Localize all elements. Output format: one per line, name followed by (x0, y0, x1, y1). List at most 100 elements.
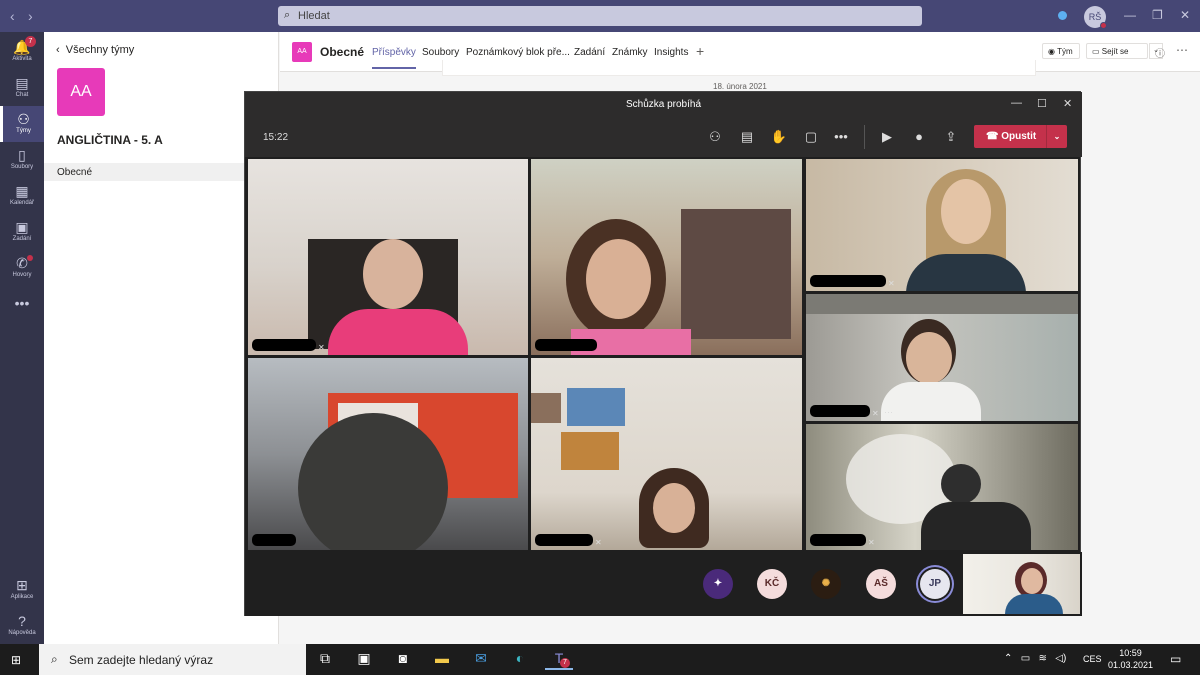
restore-icon[interactable]: ❐ (1152, 8, 1163, 22)
team-name: ANGLIČTINA - 5. A (57, 133, 163, 147)
mic-muted-icon: ✕ (872, 409, 879, 418)
more-actions-icon[interactable]: ••• (832, 129, 850, 144)
participant-avatar[interactable]: ✦ (703, 569, 733, 599)
participant-avatar[interactable]: ✺ (811, 569, 841, 599)
more-icon: ••• (14, 295, 30, 311)
edge-icon[interactable]: ◐ (506, 650, 534, 670)
close-icon[interactable]: ✕ (1180, 8, 1190, 22)
bell-icon: 🔔 (13, 39, 31, 55)
more-icon[interactable]: ⋯ (884, 407, 893, 418)
video-wardrobe (681, 209, 791, 339)
forward-arrow-icon[interactable]: › (28, 8, 33, 24)
tab-notebook[interactable]: Poznámkový blok pře... (466, 47, 570, 58)
mic-muted-icon: ✕ (318, 343, 325, 352)
person-head (298, 413, 448, 550)
add-tab-icon[interactable]: + (696, 43, 704, 59)
rail-item-files[interactable]: ▯ Soubory (0, 142, 44, 178)
person-face (906, 332, 952, 384)
clock[interactable]: 10:59 01.03.2021 (1108, 647, 1153, 671)
wall-poster (531, 393, 561, 423)
video-tile[interactable]: ✕ (806, 424, 1078, 550)
minimize-icon[interactable]: — (1011, 97, 1022, 109)
chat-icon[interactable]: ▤ (738, 129, 756, 145)
file-explorer-icon[interactable]: ▬ (428, 650, 456, 670)
video-tile[interactable] (248, 358, 528, 550)
presence-dot-icon (1058, 11, 1067, 20)
system-tray: ⌃ ▭ ≋ ◁) (1004, 653, 1066, 664)
camera-icon[interactable]: ▶ (878, 129, 896, 145)
post-card (442, 60, 1036, 76)
person-shirt (328, 309, 468, 355)
mic-muted-icon: ✕ (595, 538, 602, 547)
meeting-controls: 15:22 ⚇ ▤ ✋ ▢ ••• ▶ ● ⇪ ☎ Opustit ⌄ (245, 117, 1082, 157)
eye-icon: ◉ (1048, 47, 1058, 56)
participant-avatar[interactable]: AŠ (866, 569, 896, 599)
person-face (653, 483, 695, 533)
teams-app-icon[interactable]: T 7 (545, 650, 573, 670)
search-input[interactable]: ⌕ Hledat (278, 6, 922, 26)
video-tile[interactable]: ✕ ⋯ (806, 294, 1078, 421)
rail-more-button[interactable]: ••• (0, 290, 44, 326)
back-arrow-icon[interactable]: ‹ (10, 8, 15, 24)
date-divider: 18. února 2021 (713, 82, 767, 91)
rail-item-chat[interactable]: ▤ Chat (0, 70, 44, 106)
wifi-icon[interactable]: ≋ (1039, 653, 1047, 664)
task-view-icon[interactable]: ⧉ (311, 650, 339, 670)
language-indicator[interactable]: CES (1083, 654, 1102, 664)
rail-item-assignments[interactable]: ▣ Zadání (0, 214, 44, 250)
participants-icon[interactable]: ⚇ (706, 129, 724, 145)
tab-posts[interactable]: Příspěvky (372, 47, 416, 69)
chevron-up-icon[interactable]: ⌃ (1004, 653, 1012, 664)
video-tile[interactable]: ✕ (806, 159, 1078, 291)
video-icon: ▭ (1092, 47, 1102, 56)
rail-item-calls[interactable]: ✆ Hovory (0, 250, 44, 286)
store-icon[interactable]: ▣ (350, 650, 378, 670)
more-options-icon[interactable]: ⋯ (1176, 43, 1188, 57)
search-icon: ⌕ (284, 9, 291, 21)
user-avatar[interactable]: RŠ (1084, 6, 1107, 29)
taskbar-search-input[interactable]: ⌕ Sem zadejte hledaný výraz (39, 644, 306, 675)
tab-assignments[interactable]: Zadání (574, 47, 605, 58)
participant-name (810, 275, 886, 287)
team-button[interactable]: ◉ Tým (1042, 43, 1080, 59)
minimize-icon[interactable]: — (1124, 8, 1136, 22)
rail-item-calendar[interactable]: ▦ Kalendář (0, 178, 44, 214)
windows-start-icon[interactable]: ⊞ (11, 653, 21, 667)
team-avatar: AA (57, 68, 105, 116)
volume-icon[interactable]: ◁) (1055, 653, 1066, 664)
microphone-icon[interactable]: ● (910, 129, 928, 144)
mail-icon[interactable]: ✉ (467, 650, 495, 670)
participant-name (810, 405, 870, 417)
close-icon[interactable]: ✕ (1063, 97, 1072, 110)
share-tray-icon[interactable]: ▢ (802, 129, 820, 145)
video-tile[interactable]: ✕ (531, 358, 802, 550)
notification-icon[interactable]: ▭ (1170, 652, 1181, 666)
raise-hand-icon[interactable]: ✋ (770, 129, 788, 145)
self-view (963, 554, 1080, 614)
tab-grades[interactable]: Známky (612, 47, 648, 58)
chevron-left-icon: ‹ (56, 44, 66, 56)
hang-up-icon: ☎ (986, 131, 1002, 142)
video-tile[interactable] (531, 159, 802, 355)
chevron-down-icon[interactable]: ⌄ (1046, 125, 1067, 148)
participant-avatar[interactable]: KČ (757, 569, 787, 599)
rail-item-activity[interactable]: 🔔 Aktivita 7 (0, 34, 44, 70)
clock-date: 01.03.2021 (1108, 660, 1154, 670)
rail-item-teams[interactable]: ⚇ Týmy (0, 106, 44, 142)
leave-button[interactable]: ☎ Opustit ⌄ (974, 125, 1067, 148)
video-tile[interactable]: ✕ (248, 159, 528, 355)
meet-button[interactable]: ▭ Sejít se ⌄ (1086, 43, 1163, 59)
maximize-icon[interactable]: ☐ (1037, 97, 1047, 110)
info-icon[interactable]: ⓘ (1155, 45, 1165, 60)
participant-avatar[interactable]: JP (920, 569, 950, 599)
tab-insights[interactable]: Insights (654, 47, 688, 58)
tab-files[interactable]: Soubory (422, 47, 459, 58)
network-icon[interactable]: ▭ (1021, 653, 1030, 664)
chat-icon: ▤ (15, 75, 29, 91)
camera-app-icon[interactable]: ◙ (389, 650, 417, 670)
all-teams-link[interactable]: ‹ Všechny týmy (56, 44, 134, 56)
person-shirt (921, 502, 1031, 550)
share-screen-icon[interactable]: ⇪ (942, 129, 960, 145)
rail-item-help[interactable]: ? Nápověda (0, 608, 44, 644)
rail-item-apps[interactable]: ⊞ Aplikace (0, 572, 44, 608)
